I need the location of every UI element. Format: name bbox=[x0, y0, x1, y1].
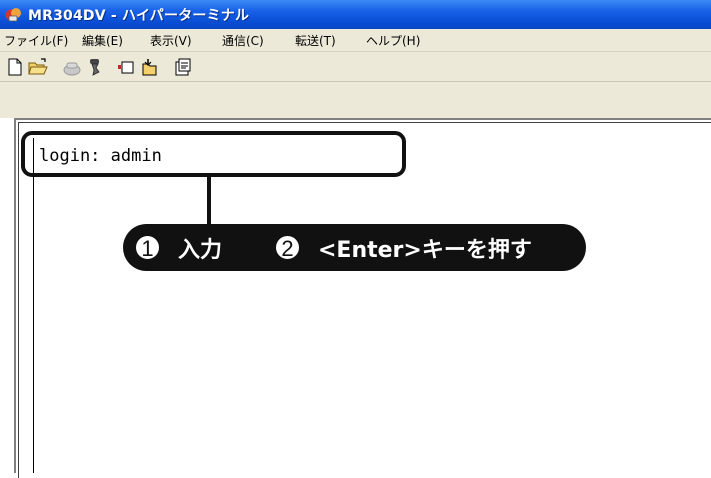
open-icon[interactable] bbox=[27, 56, 49, 78]
properties-icon[interactable] bbox=[172, 56, 194, 78]
step1-label: 入力 bbox=[178, 238, 223, 263]
menu-help[interactable]: ヘルプ(H) bbox=[366, 32, 420, 49]
new-icon[interactable] bbox=[4, 56, 26, 78]
menu-bar: ファイル(F) 編集(E) 表示(V) 通信(C) 転送(T) ヘルプ(H) bbox=[0, 29, 711, 52]
connect-icon[interactable] bbox=[61, 56, 83, 78]
menu-edit[interactable]: 編集(E) bbox=[82, 32, 123, 49]
menu-call[interactable]: 通信(C) bbox=[222, 32, 264, 49]
toolbar bbox=[0, 52, 711, 82]
title-bar[interactable]: MR304DV - ハイパーターミナル bbox=[0, 0, 711, 29]
hyperterminal-app-icon bbox=[5, 8, 21, 22]
step1-circle: 1 bbox=[133, 233, 162, 262]
window-title: MR304DV - ハイパーターミナル bbox=[28, 8, 250, 24]
terminal-margin-line bbox=[33, 138, 34, 473]
step2-label: <Enter>キーを押す bbox=[318, 238, 532, 263]
callout-highlight-box bbox=[21, 131, 406, 177]
step2-number: 2 bbox=[281, 236, 294, 261]
step2-circle: 2 bbox=[273, 233, 302, 262]
step1-number: 1 bbox=[141, 236, 154, 261]
send-icon[interactable] bbox=[116, 56, 138, 78]
disconnect-icon[interactable] bbox=[84, 56, 106, 78]
menu-transfer[interactable]: 転送(T) bbox=[295, 32, 336, 49]
menu-view[interactable]: 表示(V) bbox=[150, 32, 192, 49]
receive-icon[interactable] bbox=[139, 56, 161, 78]
callout-connector bbox=[207, 177, 211, 230]
menu-file[interactable]: ファイル(F) bbox=[4, 32, 68, 49]
toolbar-gap bbox=[0, 82, 711, 118]
